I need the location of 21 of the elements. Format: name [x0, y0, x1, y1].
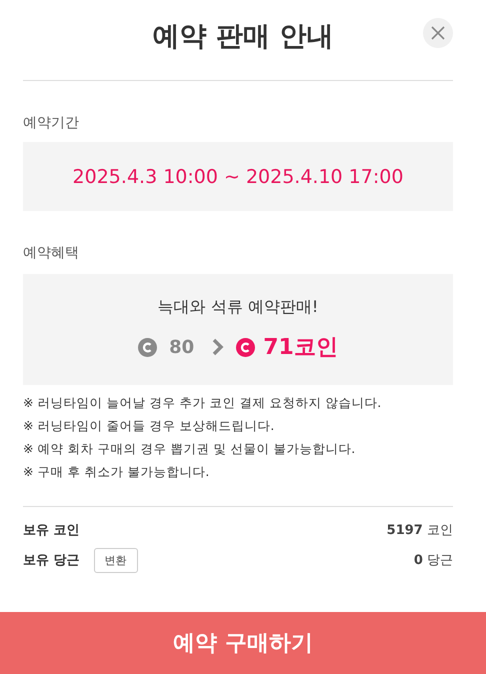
balance-label: 보유 코인	[23, 522, 80, 539]
balance-label: 보유 당근	[23, 552, 80, 569]
coin-icon	[138, 338, 158, 356]
period-text: 2025.4.3 10:00 ~ 2025.4.10 17:00	[72, 166, 404, 188]
notice-text: ※ 러닝타임이 늘어날 경우 추가 코인 결제 요청하지 않습니다.	[23, 395, 382, 412]
balance-value: 5197 코인	[386, 522, 453, 539]
close-button[interactable]	[423, 18, 453, 48]
section-label: 예약기간	[23, 114, 80, 132]
original-price: 80	[169, 336, 194, 358]
sale-price: 71코인	[263, 334, 338, 362]
balance-value: 0 당근	[414, 552, 453, 569]
benefit-headline: 늑대와 석류 예약판매!	[158, 297, 318, 318]
dialog-title: 예약 판매 안내	[152, 20, 334, 54]
notice-text: ※ 러닝타임이 줄어들 경우 보상해드립니다.	[23, 418, 276, 435]
coin-icon	[236, 338, 256, 356]
chevron-right-icon	[212, 338, 224, 356]
convert-button[interactable]: 변환	[94, 548, 138, 572]
notice-text: ※ 구매 후 취소가 불가능합니다.	[23, 464, 210, 481]
section-label: 예약혜택	[23, 244, 80, 262]
notice-text: ※ 예약 회차 구매의 경우 뽑기권 및 선물이 불가능합니다.	[23, 441, 356, 458]
close-icon	[431, 26, 445, 40]
